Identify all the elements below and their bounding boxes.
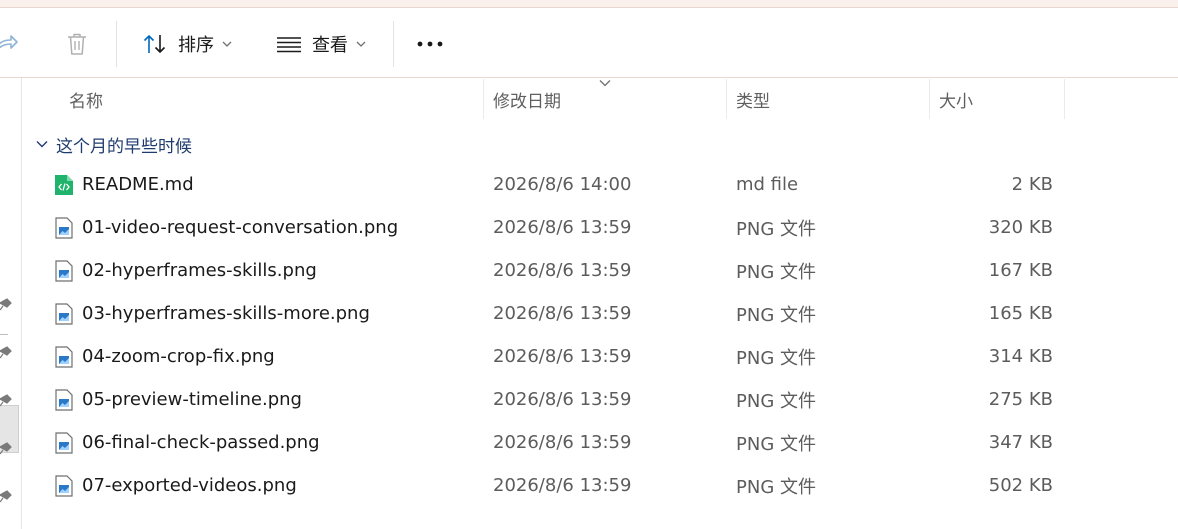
sort-descending-icon	[599, 80, 611, 87]
view-list-icon	[277, 36, 301, 52]
view-button[interactable]: 查看	[276, 9, 366, 78]
group-header[interactable]: 这个月的早些时候	[36, 130, 192, 158]
column-divider[interactable]	[726, 79, 727, 119]
file-size: 167 KB	[988, 260, 1053, 281]
png-file-icon	[55, 259, 73, 282]
file-size: 314 KB	[988, 346, 1053, 367]
column-divider[interactable]	[1064, 79, 1065, 119]
delete-button[interactable]	[64, 9, 90, 78]
file-size: 320 KB	[988, 217, 1053, 238]
share-icon	[0, 34, 18, 49]
sort-icon	[143, 34, 166, 53]
more-options-button[interactable]	[416, 9, 444, 78]
file-row[interactable]: 07-exported-videos.png 2026/8/6 13:59 PN…	[22, 464, 1178, 507]
png-file-icon	[55, 474, 73, 497]
chevron-down-icon	[36, 141, 48, 148]
file-size: 347 KB	[988, 432, 1053, 453]
column-header-name[interactable]: 名称	[69, 79, 103, 119]
column-header-name-label: 名称	[69, 91, 103, 112]
file-name: 03-hyperframes-skills-more.png	[82, 303, 370, 324]
file-name-cell[interactable]: 05-preview-timeline.png	[54, 378, 302, 421]
column-header-date-label: 修改日期	[493, 91, 561, 112]
file-name-cell[interactable]: README.md	[54, 163, 194, 206]
pin-icon[interactable]	[0, 392, 16, 408]
file-name-cell[interactable]: 04-zoom-crop-fix.png	[54, 335, 275, 378]
file-date: 2026/8/6 13:59	[493, 475, 632, 496]
file-date: 2026/8/6 13:59	[493, 432, 632, 453]
chevron-down-icon	[356, 41, 366, 47]
file-date: 2026/8/6 13:59	[493, 260, 632, 281]
pin-icon[interactable]	[0, 344, 16, 360]
file-type: PNG 文件	[736, 261, 816, 283]
file-type: PNG 文件	[736, 347, 816, 369]
markdown-file-icon	[55, 174, 73, 195]
pin-icon[interactable]	[0, 488, 16, 504]
file-name: 02-hyperframes-skills.png	[82, 260, 317, 281]
view-label: 查看	[312, 34, 348, 56]
png-file-icon	[55, 302, 73, 325]
column-header-date[interactable]: 修改日期	[493, 79, 561, 119]
file-row[interactable]: 03-hyperframes-skills-more.png 2026/8/6 …	[22, 292, 1178, 335]
file-type: PNG 文件	[736, 304, 816, 326]
file-name: 04-zoom-crop-fix.png	[82, 346, 275, 367]
trash-icon	[68, 33, 86, 55]
file-row[interactable]: README.md 2026/8/6 14:00 md file 2 KB	[22, 163, 1178, 206]
file-size: 165 KB	[988, 303, 1053, 324]
file-type: PNG 文件	[736, 476, 816, 498]
file-size: 275 KB	[988, 389, 1053, 410]
png-file-icon	[55, 345, 73, 368]
file-row[interactable]: 06-final-check-passed.png 2026/8/6 13:59…	[22, 421, 1178, 464]
pin-icon[interactable]	[0, 440, 16, 456]
file-date: 2026/8/6 13:59	[493, 303, 632, 324]
png-file-icon	[55, 431, 73, 454]
file-type: md file	[736, 174, 799, 195]
file-name: 06-final-check-passed.png	[82, 432, 320, 453]
file-name: 07-exported-videos.png	[82, 475, 297, 496]
share-button[interactable]	[0, 9, 18, 78]
file-size: 502 KB	[988, 475, 1053, 496]
sort-label: 排序	[178, 34, 214, 56]
toolbar-divider	[393, 21, 394, 67]
column-divider[interactable]	[483, 79, 484, 119]
file-name-cell[interactable]: 01-video-request-conversation.png	[54, 206, 398, 249]
column-divider[interactable]	[929, 79, 930, 119]
file-date: 2026/8/6 13:59	[493, 346, 632, 367]
group-label: 这个月的早些时候	[56, 136, 192, 157]
png-file-icon	[55, 216, 73, 239]
window-top-strip	[0, 0, 1178, 8]
column-header-row: 名称 修改日期 类型 大小	[22, 79, 1178, 119]
file-name: README.md	[82, 174, 194, 195]
column-header-type[interactable]: 类型	[736, 79, 770, 119]
column-header-size[interactable]: 大小	[939, 79, 973, 119]
column-header-size-label: 大小	[939, 91, 973, 112]
command-bar: 排序 查看	[0, 9, 1178, 78]
file-type: PNG 文件	[736, 218, 816, 240]
column-header-type-label: 类型	[736, 91, 770, 112]
file-date: 2026/8/6 13:59	[493, 217, 632, 238]
file-date: 2026/8/6 14:00	[493, 174, 632, 195]
file-name-cell[interactable]: 02-hyperframes-skills.png	[54, 249, 317, 292]
pin-icon[interactable]	[0, 296, 16, 312]
file-size: 2 KB	[1011, 174, 1053, 195]
file-row[interactable]: 05-preview-timeline.png 2026/8/6 13:59 P…	[22, 378, 1178, 421]
sort-button[interactable]: 排序	[142, 9, 232, 78]
file-row[interactable]: 01-video-request-conversation.png 2026/8…	[22, 206, 1178, 249]
toolbar-divider	[116, 21, 117, 67]
file-row[interactable]: 04-zoom-crop-fix.png 2026/8/6 13:59 PNG …	[22, 335, 1178, 378]
file-name-cell[interactable]: 03-hyperframes-skills-more.png	[54, 292, 370, 335]
navigation-pane	[0, 78, 22, 529]
more-icon	[417, 41, 443, 46]
file-name: 05-preview-timeline.png	[82, 389, 302, 410]
png-file-icon	[55, 388, 73, 411]
nav-divider	[0, 334, 8, 335]
file-name-cell[interactable]: 07-exported-videos.png	[54, 464, 297, 507]
file-name-cell[interactable]: 06-final-check-passed.png	[54, 421, 320, 464]
file-type: PNG 文件	[736, 433, 816, 455]
file-date: 2026/8/6 13:59	[493, 389, 632, 410]
file-name: 01-video-request-conversation.png	[82, 217, 399, 238]
file-row[interactable]: 02-hyperframes-skills.png 2026/8/6 13:59…	[22, 249, 1178, 292]
file-type: PNG 文件	[736, 390, 816, 412]
chevron-down-icon	[222, 41, 232, 47]
